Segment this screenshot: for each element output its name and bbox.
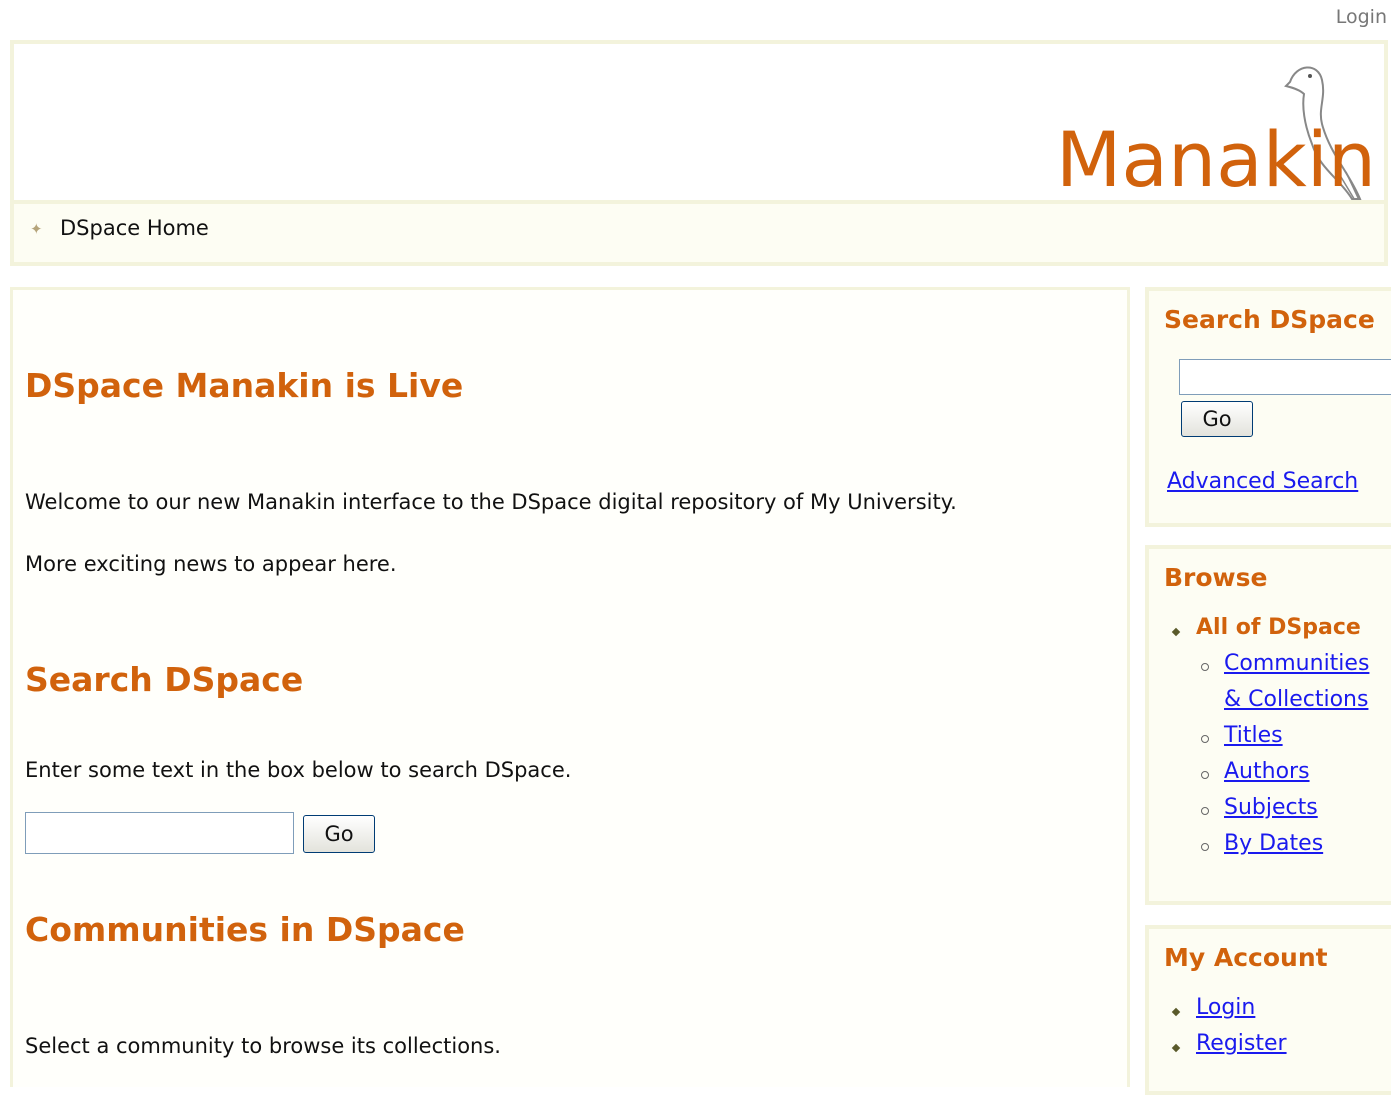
search-title: Search DSpace <box>25 660 304 699</box>
news-paragraph-2: More exciting news to appear here. <box>25 552 397 576</box>
header-banner: Manakin ✦ DSpace Home <box>10 40 1388 266</box>
main-search-input[interactable] <box>25 812 294 854</box>
circle-bullet-icon <box>1201 843 1209 851</box>
sidebar-browse-box: Browse All of DSpace Communities & Colle… <box>1145 545 1391 905</box>
browse-title: Browse <box>1164 563 1268 592</box>
sidebar-search-input[interactable] <box>1179 359 1391 395</box>
breadcrumb: ✦ DSpace Home <box>14 200 1384 262</box>
circle-bullet-icon <box>1201 663 1209 671</box>
browse-dates-link[interactable]: By Dates <box>1224 831 1323 856</box>
bullet-icon <box>1171 1043 1181 1053</box>
bullet-icon <box>1171 627 1181 637</box>
browse-communities-link[interactable]: Communities <box>1224 651 1369 676</box>
diamond-arrow-icon: ✦ <box>30 220 43 238</box>
main-go-button[interactable]: Go <box>303 815 375 853</box>
breadcrumb-home[interactable]: DSpace Home <box>60 216 209 240</box>
news-title: DSpace Manakin is Live <box>25 366 464 405</box>
browse-collections-link[interactable]: & Collections <box>1224 687 1368 712</box>
main-content: DSpace Manakin is Live Welcome to our ne… <box>10 287 1130 1087</box>
search-instructions: Enter some text in the box below to sear… <box>25 758 572 782</box>
browse-all-of-dspace: All of DSpace <box>1196 615 1361 640</box>
circle-bullet-icon <box>1201 807 1209 815</box>
sidebar-search-box: Search DSpace Go Advanced Search <box>1145 287 1391 527</box>
communities-text: Select a community to browse its collect… <box>25 1034 501 1058</box>
sidebar-search-title: Search DSpace <box>1164 305 1375 334</box>
advanced-search-link[interactable]: Advanced Search <box>1167 469 1358 494</box>
browse-authors-link[interactable]: Authors <box>1224 759 1310 784</box>
browse-titles-link[interactable]: Titles <box>1224 723 1283 748</box>
sidebar-go-button[interactable]: Go <box>1181 401 1253 437</box>
browse-subjects-link[interactable]: Subjects <box>1224 795 1318 820</box>
account-register-link[interactable]: Register <box>1196 1031 1287 1056</box>
communities-title: Communities in DSpace <box>25 910 465 949</box>
bullet-icon <box>1171 1007 1181 1017</box>
circle-bullet-icon <box>1201 735 1209 743</box>
manakin-logo[interactable]: Manakin <box>1056 122 1376 198</box>
sidebar-account-box: My Account Login Register <box>1145 925 1391 1095</box>
account-title: My Account <box>1164 943 1328 972</box>
top-login-link[interactable]: Login <box>1336 6 1387 28</box>
news-paragraph-1: Welcome to our new Manakin interface to … <box>25 490 957 514</box>
account-login-link[interactable]: Login <box>1196 995 1255 1020</box>
circle-bullet-icon <box>1201 771 1209 779</box>
